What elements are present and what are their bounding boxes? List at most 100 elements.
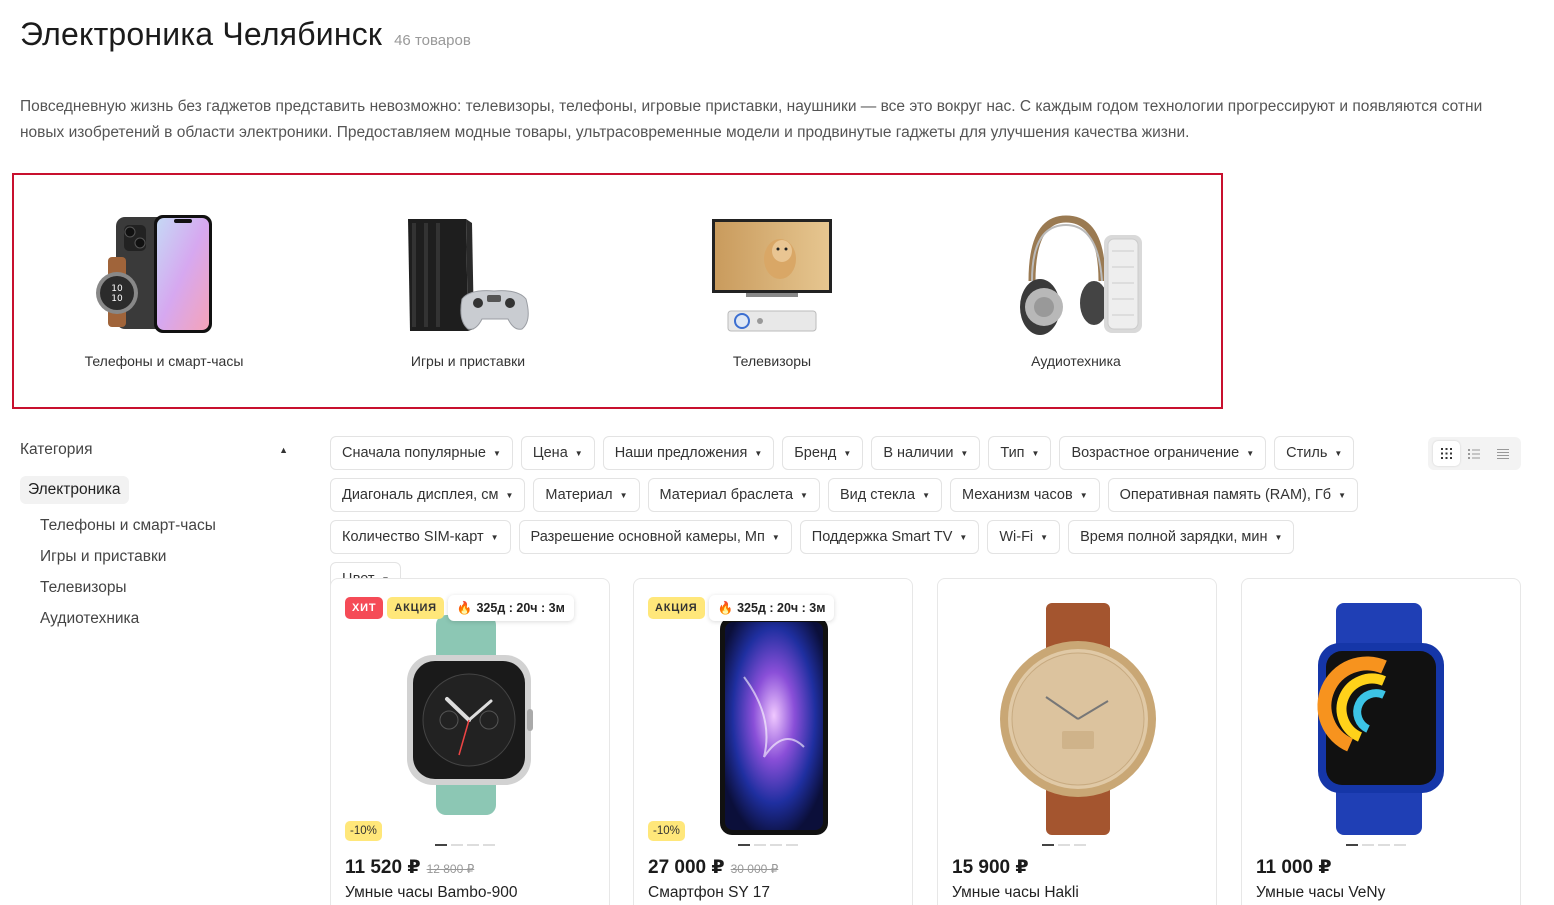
category-description: Повседневную жизнь без гаджетов представ… (20, 98, 1483, 141)
discount-badge: -10% (345, 821, 382, 841)
sidebar-item[interactable]: Аудиотехника (40, 603, 300, 634)
list-icon[interactable] (1461, 441, 1488, 466)
hit-badge: ХИТ (345, 597, 384, 619)
chevron-down-icon: ▼ (959, 532, 968, 542)
category-tile-games[interactable]: Игры и приставки (338, 211, 598, 381)
sidebar-item[interactable]: Телевизоры (40, 572, 300, 603)
filter-chip-label: Диагональ дисплея, см (342, 487, 499, 503)
product-image-smartwatch (331, 597, 609, 837)
timer-text: 325д : 20ч : 3м (737, 601, 826, 615)
filter-chip-label: Вид стекла (839, 487, 916, 503)
filter-chip-label: В наличии (883, 445, 954, 461)
old-price: 30 000 ₽ (730, 862, 779, 876)
image-dots (1042, 844, 1086, 846)
category-tile-label: Аудиотехника (1031, 353, 1121, 369)
chevron-down-icon: ▼ (843, 448, 852, 458)
sidebar-item[interactable]: Телефоны и смарт-часы (40, 510, 300, 541)
promo-timer: 🔥 325д : 20ч : 3м (447, 595, 574, 621)
product-card[interactable]: 15 900 ₽ Умные часы Hakli (937, 578, 1217, 905)
filter-chip-label: Поддержка Smart TV (811, 529, 953, 545)
filter-chip[interactable]: Цена ▼ (520, 436, 595, 470)
view-toggle (1428, 437, 1521, 470)
product-name[interactable]: Умные часы Bambo-900 (345, 884, 517, 902)
chevron-down-icon: ▼ (574, 448, 583, 458)
product-name[interactable]: Умные часы VeNy (1256, 884, 1385, 902)
filter-bar: Сначала популярные ▼ Цена ▼ Наши предложения… (330, 436, 1370, 596)
filter-chip[interactable]: Бренд ▼ (782, 436, 864, 470)
category-tile-phones[interactable]: 10 10 Телефоны и смарт-часы (34, 211, 294, 381)
price-row: 11 520 ₽ 12 800 ₽ (345, 856, 474, 879)
chevron-down-icon: ▼ (1334, 448, 1343, 458)
caret-up-icon[interactable]: ▲ (279, 445, 288, 455)
filter-chip[interactable]: Wi-Fi ▼ (987, 520, 1061, 554)
tv-image (702, 211, 842, 341)
timer-text: 325д : 20ч : 3м (476, 601, 565, 615)
chevron-down-icon: ▼ (1274, 532, 1283, 542)
filter-chip-label: Разрешение основной камеры, Мп (530, 529, 765, 545)
filter-chip[interactable]: Материал ▼ (533, 478, 640, 512)
filter-chip[interactable]: Оперативная память (RAM), Гб ▼ (1107, 478, 1358, 512)
category-tile-tv[interactable]: Телевизоры (642, 211, 902, 381)
fire-icon: 🔥 (717, 601, 734, 615)
watch-face-time-2: 10 (111, 294, 123, 304)
sidebar-heading[interactable]: Категория ▲ (20, 440, 300, 460)
sidebar-item[interactable]: Игры и приставки (40, 541, 300, 572)
filter-chip[interactable]: Сначала популярные ▼ (330, 436, 513, 470)
product-card[interactable]: 11 000 ₽ Умные часы VeNy (1241, 578, 1521, 905)
chevron-down-icon: ▼ (922, 490, 930, 500)
filter-chip-label: Материал (545, 487, 613, 503)
filter-chip[interactable]: Наши предложения ▼ (602, 436, 775, 470)
filter-chip[interactable]: Количество SIM-карт ▼ (330, 520, 511, 554)
headphones-image (1006, 211, 1146, 341)
badges: АКЦИЯ 🔥 325д : 20ч : 3м (648, 595, 835, 621)
product-count: 46 товаров (394, 32, 471, 49)
filter-chip-label: Тип (1000, 445, 1025, 461)
page-title: Электроника Челябинск (20, 16, 383, 52)
filter-chip-label: Время полной зарядки, мин (1080, 529, 1268, 545)
sidebar-list: Телефоны и смарт-часы Игры и приставки Т… (40, 510, 300, 634)
image-dots (1346, 844, 1406, 846)
price: 11 520 ₽ (345, 857, 421, 878)
product-name[interactable]: Смартфон SY 17 (648, 884, 770, 902)
price: 11 000 ₽ (1256, 857, 1332, 878)
category-tile-audio[interactable]: Аудиотехника (946, 211, 1206, 381)
promo-badge: АКЦИЯ (387, 597, 444, 619)
filter-chip[interactable]: В наличии ▼ (871, 436, 981, 470)
product-card[interactable]: ХИТ АКЦИЯ 🔥 325д : 20ч : 3м -10% 11 520 ₽… (330, 578, 610, 905)
filter-chip[interactable]: Тип ▼ (988, 436, 1052, 470)
filter-chip[interactable]: Материал браслета ▼ (647, 478, 820, 512)
filter-chip-label: Бренд (794, 445, 837, 461)
image-dots (738, 844, 798, 846)
sidebar-item-active[interactable]: Электроника (20, 476, 129, 504)
watch-face-time-1: 10 (111, 284, 123, 294)
filter-chip[interactable]: Механизм часов ▼ (949, 478, 1100, 512)
filter-chip-label: Материал браслета (659, 487, 794, 503)
filter-chip-label: Наши предложения (614, 445, 748, 461)
filter-chip[interactable]: Стиль ▼ (1274, 436, 1355, 470)
filter-chip-label: Возрастное ограничение (1071, 445, 1240, 461)
filter-chip[interactable]: Разрешение основной камеры, Мп ▼ (518, 520, 792, 554)
filter-chip-label: Сначала популярные (342, 445, 486, 461)
chevron-down-icon: ▼ (771, 532, 780, 542)
product-card[interactable]: АКЦИЯ 🔥 325д : 20ч : 3м -10% 27 000 ₽ 30 … (633, 578, 913, 905)
filter-chip[interactable]: Поддержка Smart TV ▼ (799, 520, 980, 554)
chevron-down-icon: ▼ (1338, 490, 1346, 500)
filter-chip[interactable]: Возрастное ограничение ▼ (1059, 436, 1267, 470)
chevron-down-icon: ▼ (1246, 448, 1255, 458)
grid-icon[interactable] (1432, 441, 1460, 466)
category-tile-label: Игры и приставки (410, 353, 526, 369)
promo-timer: 🔥 325д : 20ч : 3м (708, 595, 835, 621)
product-image-analog-watch (938, 597, 1216, 837)
product-name[interactable]: Умные часы Hakli (952, 884, 1079, 902)
discount-badge: -10% (648, 821, 685, 841)
subcategory-tiles: 10 10 Телефоны и смарт-часы Игры и прист… (12, 173, 1223, 409)
sidebar-heading-label: Категория (20, 441, 93, 458)
compact-list-icon[interactable] (1489, 441, 1516, 466)
filter-chip[interactable]: Вид стекла ▼ (827, 478, 942, 512)
chevron-down-icon: ▼ (492, 448, 501, 458)
filter-chip[interactable]: Диагональ дисплея, см ▼ (330, 478, 526, 512)
price-row: 11 000 ₽ (1256, 856, 1332, 879)
category-sidebar: Категория ▲ Электроника Телефоны и смарт… (20, 440, 300, 634)
filter-chip[interactable]: Время полной зарядки, мин ▼ (1068, 520, 1295, 554)
price-row: 15 900 ₽ (952, 856, 1029, 879)
